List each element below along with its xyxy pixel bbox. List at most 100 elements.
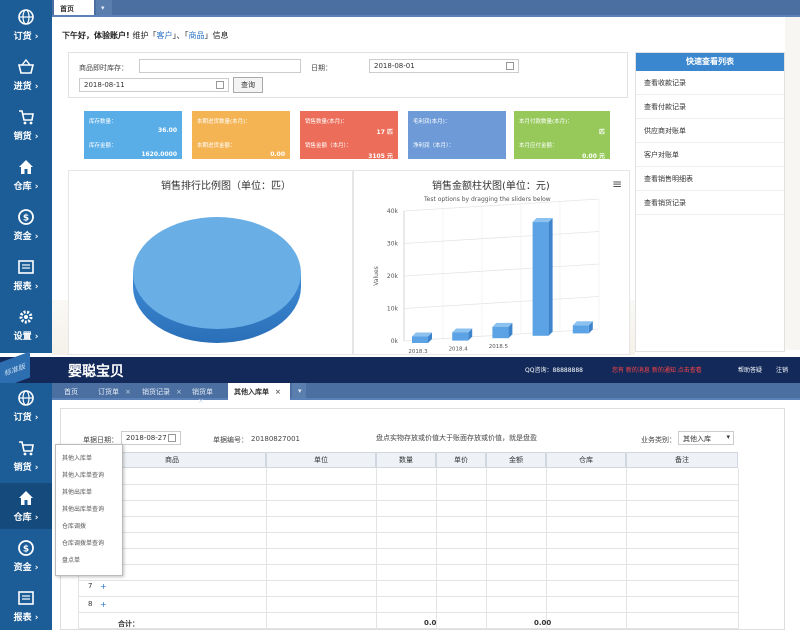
quick-view-item[interactable]: 查看收款记录 [636, 71, 784, 95]
stat-value: 0.00 元 [582, 153, 605, 160]
sidebar-item-basket[interactable]: 进货 › [0, 52, 52, 98]
sidebar-item-home[interactable]: 仓库 › [0, 152, 52, 198]
menu-item[interactable]: 其他出库单 [62, 487, 92, 496]
bar[interactable] [452, 332, 469, 341]
calendar-icon[interactable] [168, 434, 176, 442]
form-date-input[interactable]: 2018-08-27 [121, 431, 181, 445]
stat-card[interactable]: 毛利润(本月)： 净利润（本月）： [408, 111, 506, 159]
basket-icon [17, 58, 35, 74]
customer-link[interactable]: 客户 [156, 31, 172, 40]
grid-line [403, 296, 600, 309]
app-logo: 婴聪宝贝 [68, 364, 124, 380]
tab-dropdown[interactable]: ▾ [96, 0, 112, 15]
sidebar-item-coin[interactable]: $ 资金 › [0, 533, 52, 579]
chevron-right-icon: › [34, 513, 39, 523]
add-row-icon[interactable]: + [100, 600, 107, 609]
chevron-right-icon: › [34, 182, 39, 192]
report-icon [18, 591, 34, 605]
sidebar-item-cart[interactable]: 销货 › [0, 433, 52, 479]
stat-card[interactable]: 销售数量(本月)： 17 匹销售金额（本月）： 3105 元 [300, 111, 398, 160]
product-search-input[interactable] [139, 59, 301, 73]
grid-column-divider [436, 468, 437, 630]
stat-card[interactable]: 本期进货数量(本月)： 本期进货金额： 0.00 [192, 111, 290, 159]
sidebar-item-label: 订货 › [13, 413, 39, 423]
coin-icon: $ [18, 209, 34, 225]
bar[interactable] [412, 336, 428, 344]
stat-card[interactable]: 库存数量： 36.00 库存金额： 1620.0000 [84, 111, 182, 159]
quick-view-item[interactable]: 查看销货记录 [636, 191, 784, 215]
svg-text:$: $ [23, 545, 29, 555]
tab-5[interactable]: 其他入库单 × [228, 383, 290, 400]
product-link[interactable]: 商品 [188, 31, 204, 40]
calendar-icon[interactable] [506, 62, 514, 70]
qq-support[interactable]: QQ咨询：88888888 [525, 365, 583, 374]
tab-4[interactable]: 销货单× [186, 383, 224, 405]
column-header: 金额 [486, 452, 546, 468]
gear-icon [19, 310, 33, 324]
help-link[interactable]: 帮助答疑 [738, 365, 762, 374]
sidebar-item-gear[interactable]: 设置 › [0, 302, 52, 348]
quick-view-item[interactable]: 查看销售明细表 [636, 167, 784, 191]
report-icon [18, 260, 34, 274]
bar[interactable] [492, 326, 509, 339]
sidebar-item-report[interactable]: 报表 › [0, 252, 52, 298]
stat-card[interactable]: 本月付款数量(本月)： 匹本月应付金额： 0.00 元 [514, 111, 610, 160]
sidebar-item-globe[interactable]: 订货 › [0, 2, 52, 48]
pie-slice[interactable] [133, 217, 301, 329]
sidebar-item-home[interactable]: 仓库 › [0, 483, 52, 529]
calendar-icon[interactable] [216, 81, 224, 89]
grid-column-divider [376, 468, 377, 630]
sidebar-item-label: 销货 › [13, 463, 39, 473]
menu-item[interactable]: 仓库调拨单查询 [62, 538, 104, 547]
grid-row-divider [78, 564, 738, 565]
stat-label: 毛利润(本月)： [413, 119, 451, 125]
bar[interactable] [532, 222, 549, 336]
tab-dropdown[interactable]: ▾ [292, 383, 306, 398]
tab-home[interactable]: 首页 [54, 0, 94, 15]
y-tick-label: 0k [391, 338, 399, 345]
date-start-input[interactable]: 2018-08-01 [369, 59, 519, 73]
column-header: 备注 [626, 452, 738, 468]
date-start-value: 2018-08-01 [374, 62, 415, 70]
date-end-input[interactable]: 2018-08-11 [79, 78, 229, 92]
total-amount: 0.00 [534, 619, 552, 627]
menu-item[interactable]: 盘点单 [62, 555, 80, 564]
bar[interactable] [572, 325, 589, 334]
y-tick-label: 30k [387, 241, 399, 248]
query-button[interactable]: 查询 [233, 77, 263, 93]
sidebar-item-report[interactable]: 报表 › [0, 583, 52, 629]
product-stock-label: 商品即时库存： [79, 64, 128, 72]
greeting-suffix: 」信息 [204, 31, 229, 40]
grid-row-divider [78, 516, 738, 517]
sidebar-item-coin[interactable]: $ 资金 › [0, 202, 52, 248]
globe-icon [18, 9, 34, 25]
grid-row-divider [78, 500, 738, 501]
quick-view-item[interactable]: 供应商对账单 [636, 119, 784, 143]
chevron-right-icon: › [34, 463, 39, 473]
app-header: 婴聪宝贝 QQ咨询：88888888 您有 新的消息 新的通知 点击查看 帮助答… [0, 357, 800, 383]
menu-item[interactable]: 其他出库单查询 [62, 504, 104, 513]
chevron-right-icon: › [34, 332, 39, 342]
business-type-select[interactable]: 其他入库 ▾ [678, 431, 734, 445]
sidebar-item-globe[interactable]: 订货 › [0, 383, 52, 429]
tab-3[interactable]: 销货记录 × [136, 383, 182, 400]
logout-link[interactable]: 注销 [776, 365, 788, 374]
close-icon[interactable]: × [125, 388, 131, 396]
add-row-icon[interactable]: + [100, 582, 107, 591]
tab-1[interactable]: 首页 [58, 383, 88, 400]
menu-item[interactable]: 仓库调拨 [62, 521, 86, 530]
menu-item[interactable]: 其他入库单 [62, 453, 92, 462]
menu-item[interactable]: 其他入库单查询 [62, 470, 104, 479]
close-icon[interactable]: × [176, 388, 182, 396]
chevron-right-icon: › [34, 613, 39, 623]
quick-view-item[interactable]: 查看付款记录 [636, 95, 784, 119]
sidebar-item-cart[interactable]: 销货 › [0, 102, 52, 148]
row-number: 7 [88, 582, 93, 590]
close-icon[interactable]: × [198, 397, 204, 405]
grid-column-divider [486, 468, 487, 630]
tab-2[interactable]: 订货单 × [92, 383, 132, 400]
notification-link[interactable]: 您有 新的消息 新的通知 点击查看 [612, 365, 702, 374]
close-icon[interactable]: × [275, 388, 281, 396]
quick-view-item[interactable]: 客户对账单 [636, 143, 784, 167]
sidebar-item-label: 销货 › [13, 132, 39, 142]
